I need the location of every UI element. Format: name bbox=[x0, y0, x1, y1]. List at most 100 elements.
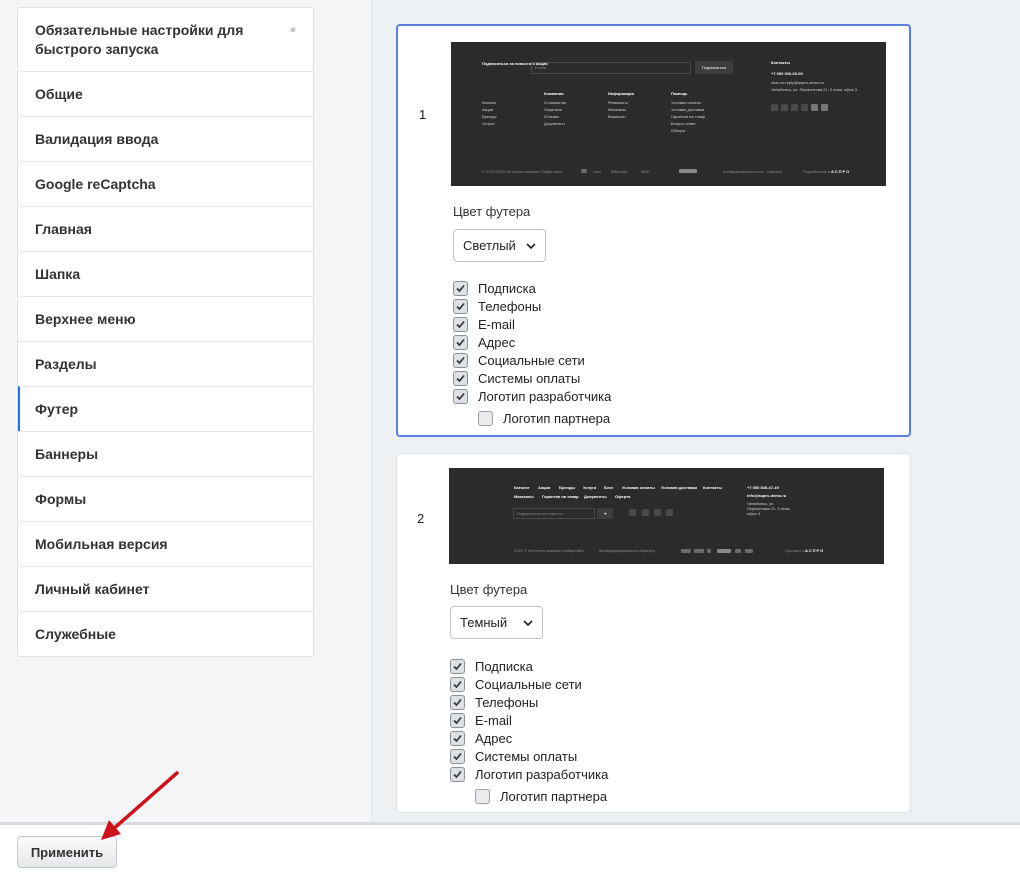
sidebar-item-label: Общие bbox=[35, 86, 83, 102]
checkbox-payment-systems[interactable]: Системы оплаты bbox=[453, 369, 580, 387]
checkmark-icon bbox=[453, 734, 462, 742]
checkbox-box[interactable] bbox=[450, 748, 465, 764]
checkbox-label: Системы оплаты bbox=[475, 748, 578, 764]
preview2-phone: +7 000 545-47-49 bbox=[747, 485, 779, 490]
checkbox-label: Логотип партнера bbox=[503, 410, 611, 426]
sidebar-item-label: Главная bbox=[35, 221, 92, 237]
sidebar-item-label: Шапка bbox=[35, 266, 81, 282]
checkbox-social[interactable]: Социальные сети bbox=[453, 351, 585, 369]
preview-col-info-1: Магазины bbox=[608, 107, 627, 112]
sidebar-item-account[interactable]: Личный кабинет bbox=[18, 566, 313, 611]
sidebar-item-input-validation[interactable]: Валидация ввода bbox=[18, 116, 313, 161]
checkbox-phones[interactable]: Телефоны bbox=[450, 693, 538, 711]
sidebar-item-main[interactable]: Главная bbox=[18, 206, 313, 251]
checkbox-box[interactable] bbox=[450, 712, 465, 728]
sidebar-item-top-menu[interactable]: Верхнее меню bbox=[18, 296, 313, 341]
preview2-menu2-0: Магазины bbox=[514, 494, 534, 499]
preview-email-input bbox=[531, 62, 691, 74]
checkbox-box[interactable] bbox=[453, 370, 468, 386]
sidebar-item-label: Служебные bbox=[35, 626, 116, 642]
sidebar-item-forms[interactable]: Формы bbox=[18, 476, 313, 521]
preview-address: Челябинск, ул. Лермонтова 21, 3 этаж, оф… bbox=[771, 87, 858, 92]
preview2-menu-4: Блог bbox=[604, 485, 614, 490]
footer-color-select[interactable]: Темный bbox=[450, 606, 543, 639]
sidebar-item-label: Валидация ввода bbox=[35, 131, 159, 147]
checkbox-box[interactable] bbox=[478, 410, 493, 426]
settings-sidebar: Обязательные настройки для быстрого запу… bbox=[17, 7, 314, 657]
checkbox-address[interactable]: Адрес bbox=[450, 729, 512, 747]
footer-color-value: Светлый bbox=[463, 238, 516, 253]
footer-preview-2[interactable]: Каталог Акции Бренды Услуги Блог Условия… bbox=[449, 468, 884, 564]
checkbox-developer-logo[interactable]: Логотип разработчика bbox=[453, 387, 611, 405]
sidebar-item-label: Разделы bbox=[35, 356, 97, 372]
checkbox-box[interactable] bbox=[450, 730, 465, 746]
preview-col-help-title: Помощь bbox=[671, 91, 688, 96]
checkbox-label: Подписка bbox=[475, 658, 533, 674]
preview2-menu-6: Условия доставки bbox=[661, 485, 698, 490]
checkbox-developer-logo[interactable]: Логотип разработчика bbox=[450, 765, 608, 783]
footer-color-select[interactable]: Светлый bbox=[453, 229, 546, 262]
sidebar-item-general[interactable]: Общие bbox=[18, 71, 313, 116]
checkbox-box[interactable] bbox=[453, 388, 468, 404]
checkbox-box[interactable] bbox=[475, 788, 490, 804]
preview-privacy: Конфиденциальность bbox=[723, 169, 764, 174]
checkbox-label: Логотип разработчика bbox=[475, 766, 609, 782]
preview-dev-logo: АСПРО bbox=[831, 169, 851, 174]
sidebar-item-label: Футер bbox=[35, 401, 79, 417]
sidebar-item-label: Формы bbox=[35, 491, 87, 507]
footer-preview-1[interactable]: Подписаться на новости и акции E-mail По… bbox=[451, 42, 886, 186]
preview-col-help-2: Гарантия на товар bbox=[671, 114, 706, 119]
preview-pay-2: МИР bbox=[641, 169, 650, 174]
checkbox-box[interactable] bbox=[453, 298, 468, 314]
checkbox-box[interactable] bbox=[453, 352, 468, 368]
checkbox-subscription[interactable]: Подписка bbox=[453, 279, 536, 297]
footer-variant-card-2[interactable]: 2 Каталог Акции Бренды Услуги Блог Услов… bbox=[396, 453, 911, 813]
checkbox-label: Адрес bbox=[475, 730, 513, 746]
checkbox-social[interactable]: Социальные сети bbox=[450, 675, 582, 693]
checkbox-box[interactable] bbox=[450, 676, 465, 692]
checkbox-address[interactable]: Адрес bbox=[453, 333, 515, 351]
sidebar-item-label: Google reCaptcha bbox=[35, 176, 156, 192]
preview-social-icon bbox=[771, 104, 778, 111]
checkbox-partner-logo[interactable]: Логотип партнера bbox=[478, 409, 610, 427]
checkbox-payment-systems[interactable]: Системы оплаты bbox=[450, 747, 577, 765]
checkbox-partner-logo[interactable]: Логотип партнера bbox=[475, 787, 607, 805]
checkbox-box[interactable] bbox=[450, 766, 465, 782]
preview2-dev: Сделано в bbox=[785, 548, 805, 553]
preview-social-icon bbox=[781, 104, 788, 111]
checkbox-label: Телефоны bbox=[478, 298, 542, 314]
preview2-subscribe-placeholder: Подписаться на новости bbox=[517, 511, 563, 516]
checkbox-phones[interactable]: Телефоны bbox=[453, 297, 541, 315]
checkmark-icon bbox=[453, 770, 462, 778]
checkbox-label: Телефоны bbox=[475, 694, 539, 710]
checkmark-icon bbox=[456, 320, 465, 328]
preview-col-help-1: Условия доставки bbox=[671, 107, 705, 112]
preview-copyright: © 2022-2025 Интернет-магазин Лайфстайл bbox=[482, 169, 562, 174]
checkbox-subscription[interactable]: Подписка bbox=[450, 657, 533, 675]
preview-payment-icon bbox=[717, 549, 731, 553]
checkbox-box[interactable] bbox=[453, 334, 468, 350]
footer-color-label: Цвет футера bbox=[450, 582, 528, 597]
sidebar-item-footer[interactable]: Футер bbox=[18, 386, 313, 431]
sidebar-item-quick-start[interactable]: Обязательные настройки для быстрого запу… bbox=[18, 8, 313, 71]
sidebar-item-service[interactable]: Служебные bbox=[18, 611, 313, 656]
sidebar-item-header[interactable]: Шапка bbox=[18, 251, 313, 296]
preview-social-icon bbox=[811, 104, 818, 111]
footer-options-panel: 1 Подписаться на новости и акции E-mail … bbox=[371, 0, 1020, 822]
preview-social-icon bbox=[791, 104, 798, 111]
checkbox-box[interactable] bbox=[453, 280, 468, 296]
sidebar-item-mobile[interactable]: Мобильная версия bbox=[18, 521, 313, 566]
annotation-arrow-icon bbox=[101, 771, 179, 840]
sidebar-item-recaptcha[interactable]: Google reCaptcha bbox=[18, 161, 313, 206]
sidebar-item-sections[interactable]: Разделы bbox=[18, 341, 313, 386]
checkbox-email[interactable]: E-mail bbox=[453, 315, 515, 333]
sidebar-item-banners[interactable]: Баннеры bbox=[18, 431, 313, 476]
footer-variant-card-1[interactable]: 1 Подписаться на новости и акции E-mail … bbox=[396, 24, 911, 437]
preview-social-icon bbox=[629, 509, 636, 516]
checkbox-box[interactable] bbox=[450, 694, 465, 710]
footer-color-value: Темный bbox=[460, 615, 508, 630]
preview2-menu2-3: Оферта bbox=[615, 494, 631, 499]
checkbox-box[interactable] bbox=[453, 316, 468, 332]
checkbox-email[interactable]: E-mail bbox=[450, 711, 512, 729]
checkbox-box[interactable] bbox=[450, 658, 465, 674]
